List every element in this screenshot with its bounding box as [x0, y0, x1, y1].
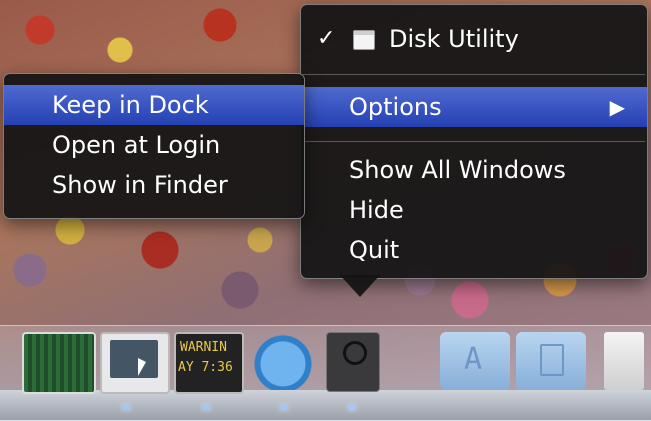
mouse-cursor-icon: [138, 358, 146, 376]
screen-sharing-icon[interactable]: [100, 332, 170, 394]
screen-sharing-display: [110, 340, 158, 378]
running-indicator: [122, 405, 130, 410]
dock-shelf: [0, 390, 651, 420]
menu-item-disk-utility[interactable]: ✓ Disk Utility: [301, 19, 647, 59]
dock-context-menu: ✓ Disk Utility Options ▶ Show All Window…: [300, 4, 648, 279]
console-text-line-1: WARNIN: [180, 340, 227, 355]
menu-item-label: Hide: [349, 196, 404, 224]
menu-item-show-in-finder[interactable]: Show in Finder: [4, 165, 304, 205]
menu-item-label: Show All Windows: [349, 156, 566, 184]
app-store-a-icon: A: [464, 342, 483, 377]
stethoscope-icon: [343, 341, 367, 365]
menu-item-label: Disk Utility: [389, 25, 519, 53]
activity-monitor-icon[interactable]: [22, 332, 96, 394]
menu-item-quit[interactable]: Quit: [301, 230, 647, 270]
applications-folder-icon[interactable]: A: [440, 332, 510, 390]
menu-item-keep-in-dock[interactable]: Keep in Dock: [4, 85, 304, 125]
internet-explorer-icon[interactable]: [250, 332, 316, 390]
documents-folder-icon[interactable]: [516, 332, 586, 390]
menu-pointer: [340, 275, 380, 297]
menu-item-show-all-windows[interactable]: Show All Windows: [301, 150, 647, 190]
checkmark-icon: ✓: [317, 26, 336, 51]
console-text-line-2: AY 7:36: [178, 360, 233, 375]
disk-utility-icon[interactable]: [326, 332, 380, 392]
options-submenu: Keep in Dock Open at Login Show in Finde…: [3, 73, 305, 219]
window-icon: [353, 30, 375, 50]
menu-separator: [303, 74, 645, 75]
running-indicator: [280, 405, 288, 410]
running-indicator: [348, 405, 356, 410]
menu-separator: [303, 141, 645, 142]
menu-item-label: Options: [349, 93, 442, 121]
submenu-arrow-icon: ▶: [609, 95, 625, 119]
console-icon[interactable]: WARNIN AY 7:36: [174, 332, 244, 394]
menu-item-label: Open at Login: [52, 131, 221, 159]
menu-item-label: Show in Finder: [52, 171, 228, 199]
running-indicator: [202, 405, 210, 410]
menu-item-options[interactable]: Options ▶: [301, 87, 647, 127]
menu-item-open-at-login[interactable]: Open at Login: [4, 125, 304, 165]
menu-item-hide[interactable]: Hide: [301, 190, 647, 230]
trash-icon[interactable]: [604, 332, 644, 390]
menu-item-label: Quit: [349, 236, 400, 264]
document-icon: [540, 344, 564, 376]
menu-item-label: Keep in Dock: [52, 91, 209, 119]
